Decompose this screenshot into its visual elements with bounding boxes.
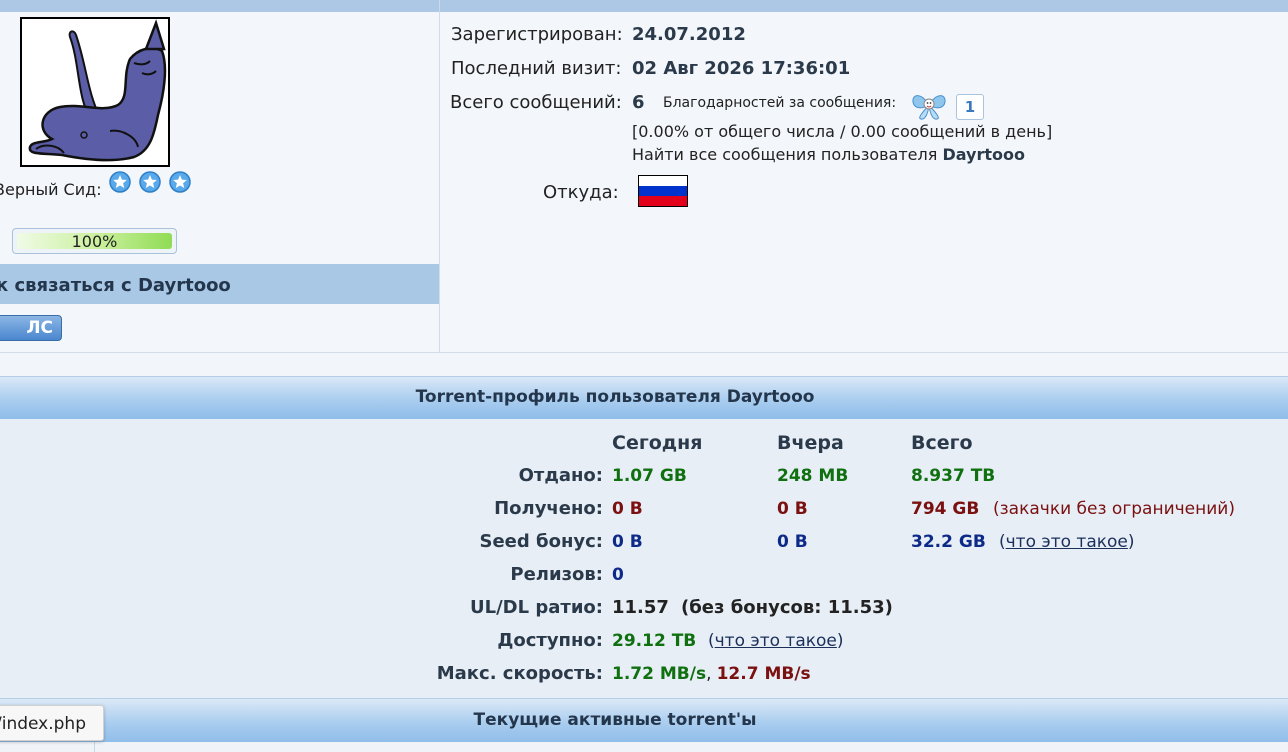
find-posts-text[interactable]: Найти все сообщения пользователя <box>632 145 937 164</box>
cat-avatar-image <box>22 19 168 165</box>
divider <box>0 352 1288 353</box>
paren-close: ) <box>1127 532 1135 552</box>
downloaded-label: Получено: <box>494 498 603 519</box>
seed-bonus-help-link[interactable]: что это такое <box>1006 532 1128 552</box>
posts-label: Всего сообщений: <box>450 92 622 113</box>
column-header-yesterday: Вчера <box>777 432 844 454</box>
last-visit-value: 02 Авг 2026 17:36:01 <box>632 58 851 79</box>
thanks-label: Благодарностей за сообщения: <box>663 95 897 111</box>
table-top-edge <box>0 742 1288 752</box>
rank-star-icon <box>139 171 161 193</box>
ratio-label: UL/DL ратио: <box>470 597 603 618</box>
paren-close: ) <box>836 631 844 651</box>
butterfly-thanks-icon <box>912 95 946 120</box>
uploaded-yesterday: 248 MB <box>777 466 849 486</box>
ratio-value: 11.57 <box>612 597 669 618</box>
column-divider <box>439 0 440 12</box>
torrent-profile-title: Torrent-профиль пользователя Dayrtooo <box>415 387 815 407</box>
posts-stats: [0.00% от общего числа / 0.00 сообщений … <box>632 122 1053 141</box>
paren-open: ( <box>999 532 1006 552</box>
status-bar-url: /index.php <box>0 705 104 741</box>
find-posts-link[interactable]: Найти все сообщения пользователя Dayrtoo… <box>632 145 1025 164</box>
downloaded-total: 794 GB <box>911 499 980 519</box>
registered-value: 24.07.2012 <box>632 24 746 45</box>
thanks-count-badge[interactable]: 1 <box>956 94 984 120</box>
downloaded-today: 0 B <box>612 499 643 519</box>
column-divider <box>94 742 95 752</box>
downloaded-note: (закачки без ограничений) <box>993 499 1235 519</box>
rank-star-icon <box>109 171 131 193</box>
find-posts-username[interactable]: Dayrtooo <box>942 145 1025 164</box>
contact-title: к связаться с Dayrtooo <box>0 275 231 296</box>
active-torrents-title: Текущие активные torrent'ы <box>473 710 757 730</box>
ratio-note: (без бонусов: 11.53) <box>681 597 893 618</box>
max-speed-values: 1.72 MB/s, 12.7 MB/s <box>612 664 811 684</box>
progress-text: 100% <box>71 232 118 251</box>
column-header-total: Всего <box>911 432 973 454</box>
seed-bonus-help: (что это такое) <box>999 532 1135 552</box>
rank-label: Верный Сид: <box>0 180 102 199</box>
paren-open: ( <box>708 631 715 651</box>
uploaded-total: 8.937 TB <box>911 466 996 486</box>
speed-separator: , <box>706 664 712 684</box>
available-value: 29.12 TB <box>612 631 697 651</box>
avatar <box>20 17 170 167</box>
seed-bonus-total: 32.2 GB <box>911 532 986 552</box>
max-upload-speed: 1.72 MB/s <box>612 664 707 684</box>
downloaded-yesterday: 0 B <box>777 499 808 519</box>
rank-star-icon <box>169 171 191 193</box>
max-speed-label: Макс. скорость: <box>436 663 603 684</box>
seed-bonus-yesterday: 0 B <box>777 532 808 552</box>
torrent-stats-panel <box>0 419 1288 698</box>
column-header-today: Сегодня <box>612 432 703 454</box>
releases-value: 0 <box>612 565 624 585</box>
uploaded-today: 1.07 GB <box>612 466 687 486</box>
last-visit-label: Последний визит: <box>451 58 622 79</box>
seed-bonus-label: Seed бонус: <box>479 531 603 552</box>
available-label: Доступно: <box>497 630 603 651</box>
seed-bonus-today: 0 B <box>612 532 643 552</box>
rating-progress-bar: 100% <box>12 228 177 254</box>
registered-label: Зарегистрирован: <box>451 24 623 45</box>
location-label: Откуда: <box>543 182 619 203</box>
posts-value[interactable]: 6 <box>632 92 645 113</box>
russia-flag-icon <box>638 175 688 207</box>
private-message-button[interactable]: ЛС <box>0 315 62 341</box>
max-download-speed: 12.7 MB/s <box>716 664 811 684</box>
uploaded-label: Отдано: <box>518 465 603 486</box>
available-help-link[interactable]: что это такое <box>715 631 837 651</box>
releases-label: Релизов: <box>510 564 603 585</box>
available-help: (что это такое) <box>708 631 844 651</box>
